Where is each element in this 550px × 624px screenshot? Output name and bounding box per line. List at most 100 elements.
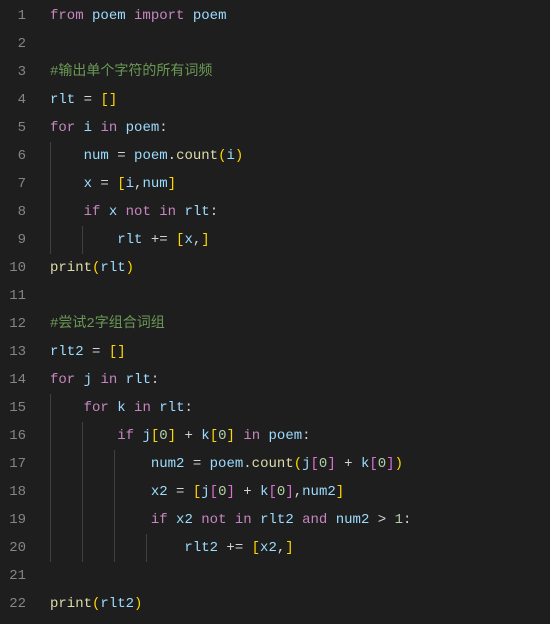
space [126,400,134,416]
code-line[interactable]: if x not in rlt: [40,198,550,226]
line-number: 9 [0,226,26,254]
var-rlt: rlt [184,204,209,220]
keyword-if: if [117,428,134,444]
keyword-in: in [100,372,117,388]
code-line[interactable]: print(rlt) [40,254,550,282]
space [294,512,302,528]
bracket-close: ] [168,176,176,192]
line-number: 12 [0,310,26,338]
op-pluseq: += [142,232,176,248]
keyword-in: in [134,400,151,416]
var-num: num [142,176,167,192]
code-line[interactable]: #尝试2字组合词组 [40,310,550,338]
keyword-not: not [126,204,151,220]
line-number: 15 [0,394,26,422]
paren-close: ) [134,596,142,612]
var-j: j [84,372,92,388]
comma: , [193,232,201,248]
space [193,512,201,528]
space [117,120,125,136]
line-number: 20 [0,534,26,562]
line-number: 13 [0,338,26,366]
space [84,8,92,24]
code-line[interactable]: for k in rlt: [40,394,550,422]
bracket-open: [ [269,484,277,500]
bracket-close: ] [201,232,209,248]
var-x2: x2 [176,512,193,528]
space [151,204,159,220]
indent [50,456,151,472]
line-number: 22 [0,590,26,618]
paren-close: ) [395,456,403,472]
space [109,400,117,416]
code-line[interactable]: for j in rlt: [40,366,550,394]
code-line[interactable]: for i in poem: [40,114,550,142]
bracket-open: [ [193,484,201,500]
code-line[interactable]: if j[0] + k[0] in poem: [40,422,550,450]
var-k: k [260,484,268,500]
line-number: 5 [0,114,26,142]
line-number: 4 [0,86,26,114]
fn-print: print [50,260,92,276]
op-eq: = [184,456,209,472]
code-line[interactable]: rlt2 = [] [40,338,550,366]
code-line[interactable]: rlt += [x,] [40,226,550,254]
var-rlt2: rlt2 [100,596,134,612]
fn-count: count [176,148,218,164]
code-area[interactable]: from poem import poem #输出单个字符的所有词频 rlt =… [40,2,550,624]
code-line[interactable]: num = poem.count(i) [40,142,550,170]
code-line[interactable]: num2 = poem.count(j[0] + k[0]) [40,450,550,478]
code-line[interactable]: rlt = [] [40,86,550,114]
dot: . [243,456,251,472]
var-poem: poem [269,428,303,444]
op-eq: = [84,344,109,360]
colon: : [302,428,310,444]
bracket-close: ] [168,428,176,444]
space [117,204,125,220]
comment: #尝试2字组合词组 [50,316,165,332]
code-line[interactable]: x = [i,num] [40,170,550,198]
space [184,8,192,24]
bracket-open: [ [117,176,125,192]
num-one: 1 [395,512,403,528]
op-eq: = [92,176,117,192]
var-j: j [142,428,150,444]
bracket-open: [ [151,428,159,444]
indent [50,204,84,220]
code-line[interactable]: rlt2 += [x2,] [40,534,550,562]
code-line[interactable]: #输出单个字符的所有词频 [40,58,550,86]
code-line[interactable]: from poem import poem [40,2,550,30]
bracket-open: [ [252,540,260,556]
code-line[interactable]: x2 = [j[0] + k[0],num2] [40,478,550,506]
space [226,512,234,528]
indent [50,428,117,444]
var-num2: num2 [336,512,370,528]
space [260,428,268,444]
colon: : [403,512,411,528]
keyword-import: import [134,8,184,24]
code-line[interactable]: if x2 not in rlt2 and num2 > 1: [40,506,550,534]
colon: : [159,120,167,136]
var-poem: poem [210,456,244,472]
keyword-for: for [50,372,75,388]
code-line[interactable]: print(rlt2) [40,590,550,618]
code-editor: 1 2 3 4 5 6 7 8 9 10 11 12 13 14 15 16 1… [0,0,550,624]
line-number-gutter: 1 2 3 4 5 6 7 8 9 10 11 12 13 14 15 16 1… [0,2,40,624]
var-j: j [201,484,209,500]
var-rlt2: rlt2 [184,540,218,556]
bracket-close: ] [285,540,293,556]
space [100,204,108,220]
code-line[interactable] [40,562,550,590]
line-number: 14 [0,366,26,394]
code-line[interactable] [40,30,550,58]
keyword-in: in [235,512,252,528]
line-number: 7 [0,170,26,198]
op-eq: = [75,92,100,108]
num-zero: 0 [218,428,226,444]
var-rlt2: rlt2 [260,512,294,528]
comma: , [277,540,285,556]
space [327,512,335,528]
var-num2: num2 [302,484,336,500]
code-line[interactable] [40,282,550,310]
op-plus: + [176,428,201,444]
